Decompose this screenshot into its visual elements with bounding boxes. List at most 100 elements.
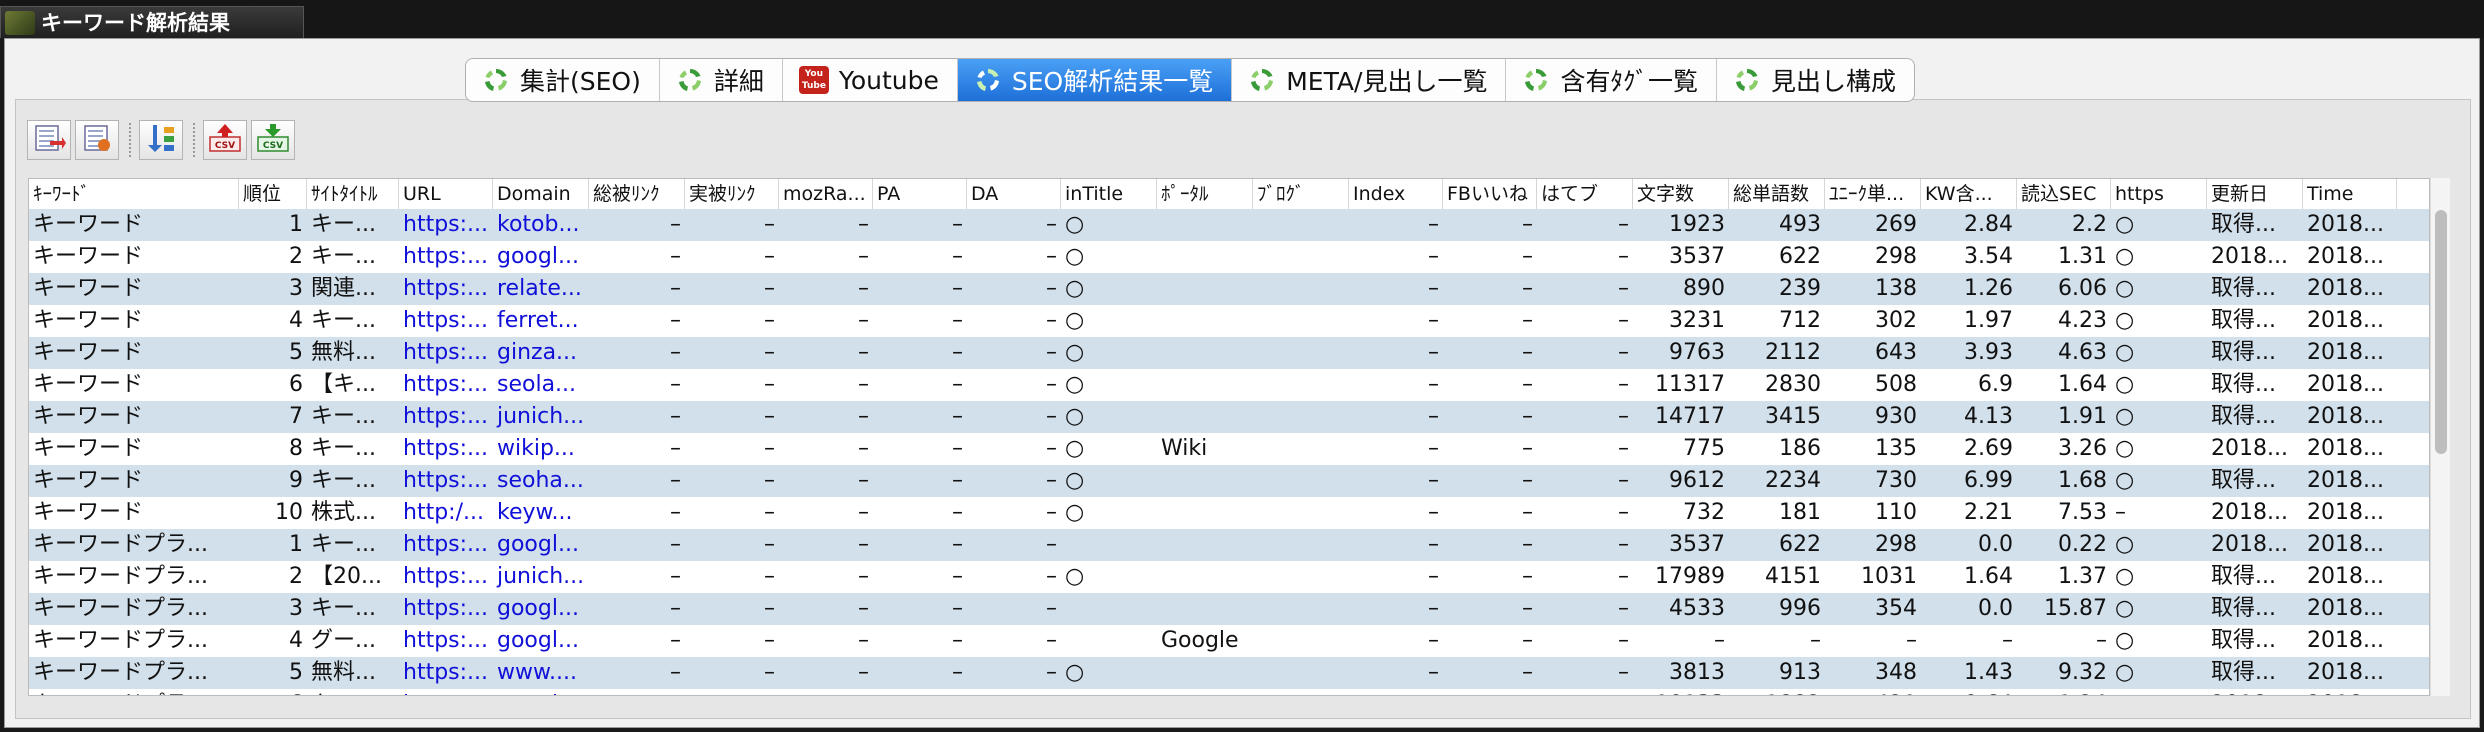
table-row[interactable]: キーワード 9 キー... https:... seoha... – – – – – ○ – – –961…: [29, 465, 2429, 497]
tab-3[interactable]: SEO解析結果一覧: [957, 59, 1233, 101]
table-row[interactable]: キーワードプラ... 3 キー... https:... googl... – – – – – – –…: [29, 593, 2429, 625]
table-cell: 712: [1779, 308, 1821, 333]
vertical-scrollbar[interactable]: [2430, 178, 2450, 696]
table-cell: ○: [2115, 628, 2135, 653]
table-row[interactable]: キーワード 6 【キ... https:... seola... – – – – – ○ – – –113…: [29, 369, 2429, 401]
table-cell: 269: [1875, 212, 1917, 237]
table-cell: 3.26: [2058, 436, 2107, 461]
table-cell: –: [779, 689, 873, 695]
table-cell: 2018...: [2307, 628, 2384, 653]
column-header[interactable]: ｷｰﾜｰﾄﾞ: [29, 179, 239, 209]
table-cell: キーワード: [33, 212, 144, 237]
table-cell: 1031: [1861, 564, 1917, 589]
table-cell: キーワード: [33, 404, 144, 429]
table-cell: –: [670, 276, 681, 301]
column-header[interactable]: ｻｲﾄﾀｲﾄﾙ: [307, 179, 399, 209]
column-header[interactable]: FBいいね: [1443, 179, 1537, 209]
table-cell: –: [858, 564, 869, 589]
report-button[interactable]: [75, 120, 119, 160]
table-cell: –: [1618, 564, 1629, 589]
tab-1[interactable]: 詳細: [660, 59, 783, 101]
tab-6[interactable]: 見出し構成: [1717, 59, 1914, 101]
tab-2[interactable]: You Tube Youtube: [783, 59, 958, 101]
table-cell: 3: [289, 276, 303, 301]
toolbar-separator: [129, 123, 131, 157]
table-cell: junich...: [497, 564, 585, 589]
table-cell: 2018...: [2207, 689, 2303, 695]
table-cell: 890: [1683, 276, 1725, 301]
table-row[interactable]: キーワードプラ...6キー...https:...googl...–––––––…: [29, 689, 2429, 695]
table-cell: https:...: [403, 244, 489, 269]
column-header[interactable]: PA: [873, 179, 967, 209]
table-row[interactable]: キーワード 3 関連... https:... relate... – – – – – ○ – – –89…: [29, 273, 2429, 305]
column-header[interactable]: 順位: [239, 179, 307, 209]
table-row[interactable]: キーワードプラ... 1 キー... https:... googl... – – – – – – –…: [29, 529, 2429, 561]
table-cell: –: [1443, 689, 1537, 695]
table-cell: [1253, 465, 1349, 497]
tab-4[interactable]: META/見出し一覧: [1232, 59, 1507, 101]
column-header[interactable]: 実被ﾘﾝｸ: [685, 179, 779, 209]
csv-export-button[interactable]: CSV: [203, 120, 247, 160]
table-cell: キー...: [311, 212, 376, 237]
table-cell: –: [1349, 689, 1443, 695]
column-header[interactable]: KW含...: [1921, 179, 2017, 209]
table-row[interactable]: キーワード 1 キー... https:... kotob... – – – – – ○ – – –192…: [29, 209, 2429, 241]
table-cell: –: [858, 372, 869, 397]
csv-import-button[interactable]: CSV: [251, 120, 295, 160]
tab-5[interactable]: 含有ﾀｸﾞ一覧: [1506, 59, 1717, 101]
column-header[interactable]: ﾎﾟｰﾀﾙ: [1157, 179, 1253, 209]
export-button[interactable]: [27, 120, 71, 160]
table-header: ｷｰﾜｰﾄﾞ 順位 ｻｲﾄﾀｲﾄﾙ URL Domain 総被ﾘﾝｸ 実被ﾘﾝｸ mozRa.…: [29, 179, 2429, 210]
column-header[interactable]: DA: [967, 179, 1061, 209]
table-cell: 3537: [1669, 532, 1725, 557]
table-cell: 3.93: [1964, 340, 2013, 365]
table-row[interactable]: キーワード 8 キー... https:... wikip... – – – – – ○ Wiki – –…: [29, 433, 2429, 465]
table-row[interactable]: キーワード 2 キー... https:... googl... – – – – – ○ – – –353…: [29, 241, 2429, 273]
table-row[interactable]: キーワード 5 無料... https:... ginza... – – – – – ○ – – –976…: [29, 337, 2429, 369]
column-header[interactable]: Time: [2303, 179, 2397, 209]
column-header[interactable]: 総被ﾘﾝｸ: [589, 179, 685, 209]
table-cell: –: [1428, 500, 1439, 525]
table-cell: 株式...: [311, 500, 376, 525]
table-row[interactable]: キーワード 7 キー... https:... junich... – – – – – ○ – – –14…: [29, 401, 2429, 433]
column-header[interactable]: inTitle: [1061, 179, 1157, 209]
table-row[interactable]: キーワードプラ... 4 グー... https:... googl... – – – – – Go…: [29, 625, 2429, 657]
column-header[interactable]: Domain: [493, 179, 589, 209]
table-cell: 2018...: [2211, 532, 2288, 557]
table-cell: –: [1046, 372, 1057, 397]
column-header[interactable]: 読込SEC: [2017, 179, 2111, 209]
column-header[interactable]: はてブ: [1537, 179, 1633, 209]
scrollbar-thumb[interactable]: [2435, 210, 2447, 454]
results-table[interactable]: ｷｰﾜｰﾄﾞ 順位 ｻｲﾄﾀｲﾄﾙ URL Domain 総被ﾘﾝｸ 実被ﾘﾝｸ mozRa.…: [28, 178, 2430, 696]
sort-button[interactable]: [139, 120, 183, 160]
table-cell: –: [764, 244, 775, 269]
column-header[interactable]: mozRa...: [779, 179, 873, 209]
table-row[interactable]: キーワードプラ... 5 無料... https:... www.... – – – – – ○ – –…: [29, 657, 2429, 689]
table-cell: –: [764, 308, 775, 333]
column-header[interactable]: 総単語数: [1729, 179, 1825, 209]
column-header[interactable]: https: [2111, 179, 2207, 209]
window-title-tab[interactable]: キーワード解析結果: [0, 6, 304, 38]
table-cell: –: [1522, 564, 1533, 589]
table-cell: [1253, 401, 1349, 433]
table-cell: キーワード: [33, 308, 144, 333]
column-header[interactable]: 更新日: [2207, 179, 2303, 209]
table-cell: kotob...: [497, 212, 580, 237]
column-header[interactable]: Index: [1349, 179, 1443, 209]
column-header[interactable]: ﾌﾞﾛｸﾞ: [1253, 179, 1349, 209]
column-header[interactable]: ﾕﾆｰｸ単...: [1825, 179, 1921, 209]
table-cell: キーワード: [33, 436, 144, 461]
tab-0[interactable]: 集計(SEO): [466, 59, 660, 101]
table-cell: https:...: [403, 468, 489, 493]
table-cell: –: [1522, 372, 1533, 397]
table-cell: 1.37: [2058, 564, 2107, 589]
column-header[interactable]: 文字数: [1633, 179, 1729, 209]
table-cell: –: [1522, 500, 1533, 525]
table-row[interactable]: キーワード 4 キー... https:... ferret... – – – – – ○ – – –32…: [29, 305, 2429, 337]
table-row[interactable]: キーワードプラ... 2 【20... https:... junich... – – – – –…: [29, 561, 2429, 593]
table-cell: 9: [289, 468, 303, 493]
recycle-icon: [1733, 66, 1761, 94]
table-cell: [1253, 273, 1349, 305]
table-row[interactable]: キーワード 10 株式... http:/... keyw... – – – – – ○ – – –732…: [29, 497, 2429, 529]
column-header[interactable]: URL: [399, 179, 493, 209]
